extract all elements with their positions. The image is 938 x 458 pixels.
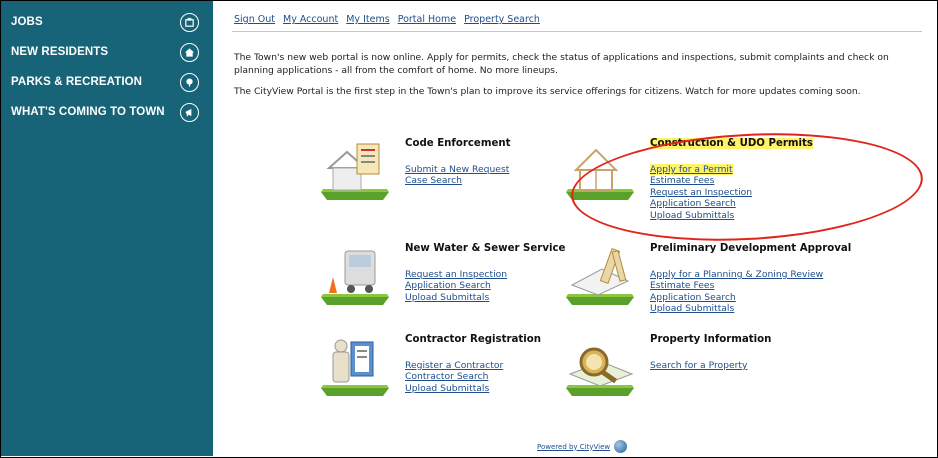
powered-by-label: Powered by CityView [537, 442, 611, 451]
sidebar-item-label: WHAT'S COMING TO TOWN [11, 106, 165, 118]
application-search-link[interactable]: Application Search [650, 292, 823, 303]
property-information-section: Property Information Search for a Proper… [562, 334, 812, 404]
section-title: New Water & Sewer Service [405, 243, 566, 254]
divider [232, 31, 922, 32]
upload-submittals-link[interactable]: Upload Submittals [405, 383, 503, 394]
sign-out-link[interactable]: Sign Out [234, 14, 275, 25]
magnifier-map-icon [566, 347, 634, 396]
section-links: Apply for a Permit Estimate Fees Request… [650, 164, 752, 221]
estimate-fees-link[interactable]: Estimate Fees [650, 280, 823, 291]
water-sewer-section: New Water & Sewer Service Request an Ins… [317, 243, 567, 313]
code-enforcement-section: Code Enforcement Submit a New Request Ca… [317, 138, 567, 208]
sidebar-item-jobs[interactable]: JOBS [11, 10, 207, 34]
upload-submittals-link[interactable]: Upload Submittals [405, 292, 507, 303]
contractor-registration-section: Contractor Registration Register a Contr… [317, 334, 567, 404]
home-icon [180, 42, 199, 62]
preliminary-approval-section: Preliminary Development Approval Apply f… [562, 243, 892, 318]
section-title: Preliminary Development Approval [650, 243, 852, 254]
powered-by-link[interactable]: Powered by CityView [537, 440, 628, 453]
truck-icon [321, 250, 389, 305]
search-property-link[interactable]: Search for a Property [650, 360, 747, 371]
sidebar-item-whats-coming[interactable]: WHAT'S COMING TO TOWN [11, 100, 207, 124]
sidebar-item-label: PARKS & RECREATION [11, 76, 143, 88]
house-construction-icon [566, 148, 634, 200]
my-items-link[interactable]: My Items [346, 14, 389, 25]
construction-permits-section: Construction & UDO Permits Apply for a P… [562, 138, 862, 228]
main-content: Sign Out My Account My Items Portal Home… [214, 1, 936, 456]
briefcase-icon [180, 12, 199, 32]
upload-submittals-link[interactable]: Upload Submittals [650, 303, 823, 314]
section-title: Property Information [650, 334, 772, 345]
register-contractor-link[interactable]: Register a Contractor [405, 360, 503, 371]
blueprint-icon [566, 248, 634, 305]
estimate-fees-link[interactable]: Estimate Fees [650, 175, 752, 186]
sidebar-item-new-residents[interactable]: NEW RESIDENTS [11, 40, 207, 64]
globe-icon [614, 440, 628, 453]
contractor-icon [321, 339, 389, 396]
intro-paragraph-2: The CityView Portal is the first step in… [234, 86, 861, 97]
section-title: Construction & UDO Permits [650, 138, 813, 149]
upload-submittals-link[interactable]: Upload Submittals [650, 210, 752, 221]
portal-home-link[interactable]: Portal Home [398, 14, 456, 25]
section-links: Search for a Property [650, 360, 747, 371]
submit-new-request-link[interactable]: Submit a New Request [405, 164, 509, 175]
apply-planning-zoning-link[interactable]: Apply for a Planning & Zoning Review [650, 269, 823, 280]
section-links: Submit a New Request Case Search [405, 164, 509, 187]
request-inspection-link[interactable]: Request an Inspection [650, 187, 752, 198]
request-inspection-link[interactable]: Request an Inspection [405, 269, 507, 280]
contractor-search-link[interactable]: Contractor Search [405, 371, 503, 382]
section-title: Code Enforcement [405, 138, 511, 149]
house-checklist-icon [321, 143, 389, 200]
case-search-link[interactable]: Case Search [405, 175, 509, 186]
property-search-link[interactable]: Property Search [464, 14, 540, 25]
intro-paragraph: The Town's new web portal is now online.… [234, 52, 889, 76]
tree-icon [180, 72, 199, 92]
sidebar: JOBS NEW RESIDENTS PARKS & RECREATION WH… [1, 1, 213, 456]
megaphone-icon [180, 102, 199, 122]
sidebar-item-label: NEW RESIDENTS [11, 46, 109, 58]
section-title: Contractor Registration [405, 334, 541, 345]
sidebar-item-label: JOBS [11, 16, 43, 28]
top-nav: Sign Out My Account My Items Portal Home… [234, 14, 545, 25]
application-search-link[interactable]: Application Search [405, 280, 507, 291]
section-links: Apply for a Planning & Zoning Review Est… [650, 269, 823, 315]
my-account-link[interactable]: My Account [283, 14, 338, 25]
section-links: Request an Inspection Application Search… [405, 269, 507, 303]
application-search-link[interactable]: Application Search [650, 198, 752, 209]
section-links: Register a Contractor Contractor Search … [405, 360, 503, 394]
sidebar-item-parks-recreation[interactable]: PARKS & RECREATION [11, 70, 207, 94]
apply-for-permit-link[interactable]: Apply for a Permit [650, 164, 752, 175]
